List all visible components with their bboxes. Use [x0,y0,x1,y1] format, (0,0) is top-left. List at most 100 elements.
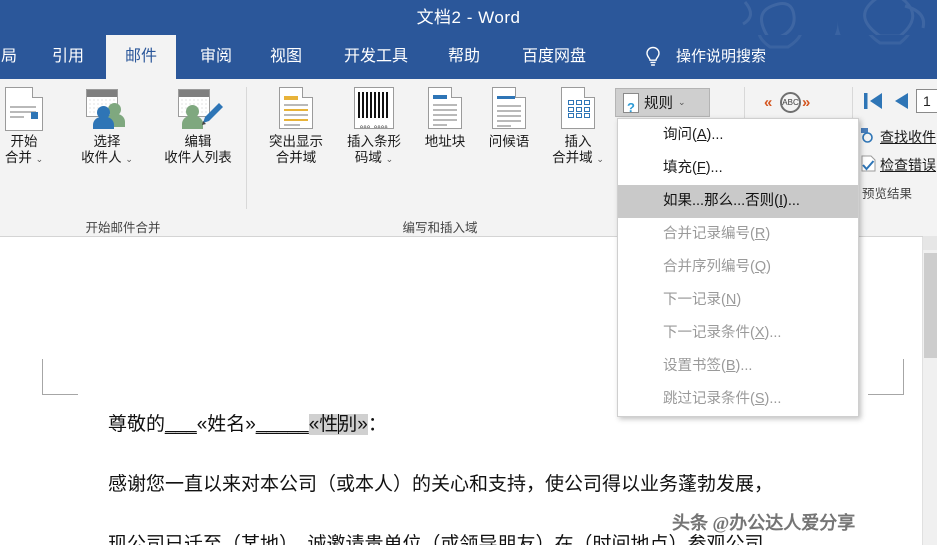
tab-label: 百度网盘 [521,48,586,65]
tab-view[interactable]: 视图 [258,35,314,79]
menu-item-next-record[interactable]: 下一记录(N) [618,284,858,317]
menu-item-merge-record-number[interactable]: 合并记录编号(R) [618,218,858,251]
button-label-top: 插入条形 [347,134,401,149]
tab-developer[interactable]: 开发工具 [330,35,422,79]
scrollbar-track-top [923,236,937,250]
select-recipients-button[interactable]: 选择 收件人 ⌄ [62,87,152,167]
salutation-prefix: 尊敬的 [108,414,166,435]
menu-item-merge-sequence-number[interactable]: 合并序列编号(Q) [618,251,858,284]
salutation-blank-1: ___ [165,414,197,435]
tab-mailings[interactable]: 邮件 [106,35,176,79]
chevron-down-icon: ⌄ [125,154,133,164]
tab-label: 帮助 [447,48,480,65]
tab-layout[interactable]: 局 [0,35,28,79]
merge-field-name: «姓名» [196,414,256,435]
group-label-write-insert-fields: 编写和插入域 [402,221,478,235]
button-label-bottom: 合并域 [275,150,317,165]
rules-button-label: 规则 [644,96,673,112]
tab-label: 视图 [269,48,302,65]
document-line-salutation: 尊敬的___«姓名»_____«性别»： [108,409,387,436]
button-label-top: 编辑 [184,134,212,149]
edit-recipient-list-button[interactable]: 编辑 收件人列表 [146,87,250,166]
highlight-document-icon [279,87,313,131]
record-number-value: 1 [923,93,931,109]
edit-recipients-icon [172,87,224,131]
insert-merge-field-button[interactable]: 插入 合并域 ⌄ [540,87,616,167]
button-label-top: 突出显示 [269,134,323,149]
check-errors-link[interactable]: 检查错误 [880,155,936,175]
button-label-bottom: 合并域 ⌄ [552,150,604,165]
tab-references[interactable]: 引用 [40,35,96,79]
rules-button[interactable]: 规则 ⌄ [615,88,710,117]
barcode-icon: 000 0000 [354,87,394,131]
highlight-merge-fields-button[interactable]: 突出显示 合并域 [256,87,336,166]
tab-label: 邮件 [124,48,157,65]
menu-item-set-bookmark[interactable]: 设置书签(B)... [618,350,858,383]
first-record-icon[interactable] [862,90,884,112]
salutation-blank-2: _____ [255,414,309,435]
button-label-bottom: 码域 ⌄ [354,150,394,165]
ribbon-tabs: 局 引用 邮件 审阅 视图 开发工具 帮助 百度网盘 操作说明搜索 [0,35,937,79]
check-errors-icon [861,155,876,172]
menu-item-next-record-if[interactable]: 下一记录条件(X)... [618,317,858,350]
button-label-top: 选择 [93,134,121,149]
lightbulb-icon [646,46,660,66]
rules-dropdown-menu: 询问(A)... 填充(F)... 如果...那么...否则(I)... 合并记… [617,118,859,417]
match-fields-button[interactable]: « ABC » [764,91,816,115]
insert-merge-field-icon [561,87,595,131]
find-recipient-link[interactable]: 查找收件 [880,127,936,147]
button-label-bottom: 收件人列表 [164,150,232,165]
menu-item-skip-record-if[interactable]: 跳过记录条件(S)... [618,383,858,416]
tab-label: 审阅 [199,48,232,65]
address-block-button[interactable]: 地址块 [412,87,478,150]
merge-field-gender: «性别» [308,414,368,435]
button-label-bottom: 合并 ⌄ [4,150,44,165]
tell-me-search[interactable]: 操作说明搜索 [676,35,766,79]
chevron-down-icon: ⌄ [385,154,394,164]
match-fields-label: ABC [782,98,799,107]
document-line-3: 现公司已迁至（某地），诚邀请贵单位（或领导朋友）在（时间地点）参观公司 [108,534,764,545]
vertical-scrollbar[interactable] [922,236,937,545]
button-label-bottom: 收件人 ⌄ [81,150,133,165]
tab-help[interactable]: 帮助 [436,35,492,79]
select-recipients-icon [81,87,133,131]
menu-item-fill-in[interactable]: 填充(F)... [618,152,858,185]
chevron-down-icon: ⌄ [678,97,686,107]
margin-mark-top-right [868,359,904,395]
word-window: ✦ 文档2 - Word 局 引用 邮件 审阅 [0,0,937,545]
salutation-suffix: ： [367,414,387,435]
chevron-down-icon: ⌄ [35,154,44,164]
insert-barcode-field-button[interactable]: 000 0000 插入条形 码域 ⌄ [334,87,414,167]
tab-label: 引用 [51,48,84,65]
button-label-top: 插入 [564,134,592,149]
greeting-line-button[interactable]: 问候语 [476,87,542,150]
document-line-2: 感谢您一直以来对本公司（或本人）的关心和支持，使公司得以业务蓬勃发展， [108,474,774,495]
scrollbar-thumb[interactable] [924,253,937,358]
double-left-chevron-icon: « [764,94,773,111]
button-label-top: 问候语 [488,134,530,149]
envelope-document-icon [5,87,43,131]
menu-item-if-then-else[interactable]: 如果...那么...否则(I)... [618,185,858,218]
record-number-input[interactable]: 1 [916,89,937,113]
margin-mark-top-left [42,359,78,395]
find-recipient-icon [861,128,873,143]
window-title: 文档2 - Word [416,8,521,27]
tab-review[interactable]: 审阅 [188,35,244,79]
button-label-top: 开始 [10,134,38,149]
tab-baidu-netdisk[interactable]: 百度网盘 [508,35,600,79]
tab-label: 局 [0,48,17,65]
rules-document-question-icon [623,92,639,114]
previous-record-icon[interactable] [891,90,911,112]
chevron-down-icon: ⌄ [596,154,604,164]
start-mail-merge-button[interactable]: 开始 合并 ⌄ [0,87,66,167]
greeting-line-icon [492,87,526,131]
button-label-top: 地址块 [424,134,466,149]
address-block-icon [428,87,462,131]
group-label-start-mail-merge: 开始邮件合并 [85,221,161,235]
watermark: 头条 @办公达人爱分享 [672,513,856,533]
pencil-icon [202,103,223,125]
tab-label: 开发工具 [343,48,408,65]
menu-item-ask[interactable]: 询问(A)... [618,119,858,152]
group-label-preview-results: 预览结果 [862,187,913,201]
tell-me-label: 操作说明搜索 [676,48,767,65]
